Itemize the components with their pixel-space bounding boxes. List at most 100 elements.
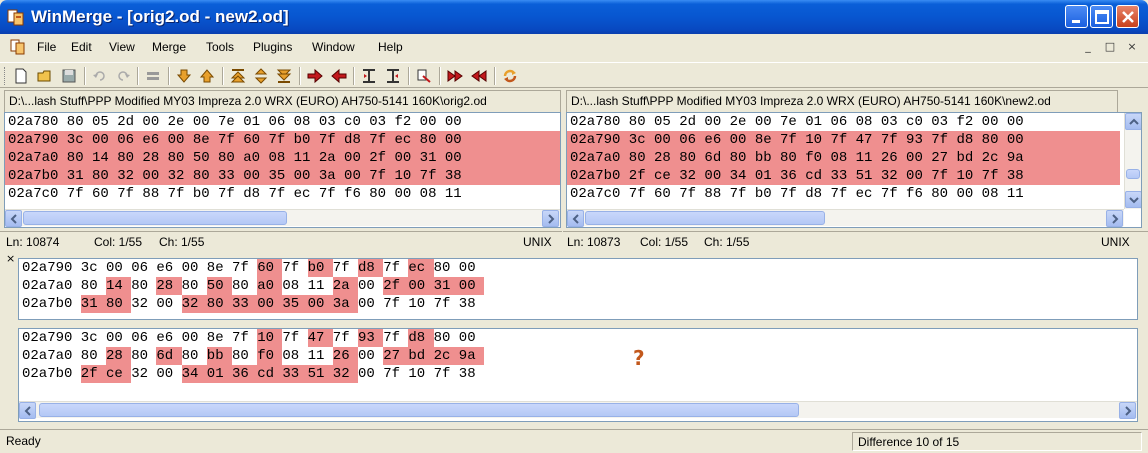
menu-merge[interactable]: Merge [152,40,186,54]
redo-icon[interactable] [114,67,132,85]
detail-byte: 06 [131,330,148,346]
refresh-icon[interactable] [501,67,519,85]
detail-close-button[interactable]: × [6,252,15,265]
compare-icon[interactable] [415,67,433,85]
detail-address: 02a7b0 [22,366,73,382]
detail-byte: 3a [332,295,358,313]
all-left-icon[interactable] [470,67,488,85]
detail-byte: 80 [181,278,199,294]
left-pane-status: Ln: 10874 Col: 1/55 Ch: 1/55 UNIX [0,231,562,251]
detail-byte: 80 [433,260,451,276]
first-diff-icon[interactable] [229,67,247,85]
detail-byte: 7f [282,260,300,276]
title-bar[interactable]: WinMerge - [orig2.od - new2.od] [0,0,1148,34]
new-icon[interactable] [12,67,30,85]
detail-byte: 32 [332,365,358,383]
options-icon[interactable] [144,67,162,85]
toolbar-separator [408,67,410,85]
right-scroll-thumb[interactable] [585,211,825,225]
detail-byte: ec [408,259,434,277]
right-line-number: Ln: 10873 [567,235,621,249]
mdi-restore-button[interactable]: □ [1102,40,1118,54]
detail-byte: cd [257,365,283,383]
left-scroll-thumb[interactable] [23,211,287,225]
detail-byte: 36 [232,365,258,383]
scroll-left-button[interactable] [19,402,36,419]
toolbar-separator [299,67,301,85]
all-right-icon[interactable] [446,67,464,85]
scroll-up-button[interactable] [1125,113,1141,130]
last-diff-icon[interactable] [275,67,293,85]
hex-row: 02a7c0 7f 60 7f 88 7f b0 7f d8 7f ec 7f … [8,186,462,202]
minimize-button[interactable] [1065,5,1088,28]
arrow-up-icon [1129,118,1139,125]
hex-row-diff: 02a7a0 80 14 80 28 80 50 80 a0 08 11 2a … [5,149,560,167]
right-column: Col: 1/55 [640,235,689,249]
mdi-close-button[interactable]: × [1124,40,1140,54]
toolbar-separator [137,67,139,85]
detail-byte: 38 [458,366,476,382]
detail-byte: 2c [433,347,459,365]
close-button[interactable] [1116,5,1139,28]
scroll-left-button[interactable] [567,210,584,227]
detail-scroll-thumb[interactable] [39,403,799,417]
right-vscroll-thumb[interactable] [1126,169,1140,179]
diff-detail-left[interactable]: 02a790 3c 00 06 e6 00 8e 7f 60 7f b0 7f d8 7f ec 80 00 02… [18,258,1138,320]
undo-icon[interactable] [91,67,109,85]
menu-help[interactable]: Help [378,40,403,54]
detail-byte: 8e [206,330,224,346]
detail-byte: b0 [307,259,333,277]
detail-byte: e6 [156,260,174,276]
copy-right-icon[interactable] [306,67,324,85]
diff-detail-right[interactable]: ? 02a790 3c 00 06 e6 00 8e 7f 10 7f 47 7f 93 7f d8 80 00… [18,328,1138,422]
detail-byte: 80 [206,295,232,313]
menu-plugins[interactable]: Plugins [253,40,292,54]
detail-byte: 11 [307,348,325,364]
mdi-minimize-button[interactable]: _ [1080,40,1096,54]
scroll-left-button[interactable] [5,210,22,227]
left-file-path: D:\...lash Stuff\PPP Modified MY03 Impre… [4,90,561,112]
save-icon[interactable] [60,67,78,85]
menu-file[interactable]: File [37,40,56,54]
detail-byte: 3c [80,330,98,346]
detail-byte: 80 [181,348,199,364]
hex-row-diff: 02a790 3c 00 06 e6 00 8e 7f 60 7f b0 7f … [5,131,560,149]
scroll-down-button[interactable] [1125,191,1141,208]
menu-tools[interactable]: Tools [206,40,234,54]
scroll-right-button[interactable] [1106,210,1123,227]
detail-horizontal-scrollbar[interactable] [19,401,1137,419]
detail-byte: 00 [458,277,484,295]
prev-diff-icon[interactable] [198,67,216,85]
next-diff-icon[interactable] [175,67,193,85]
detail-byte: bb [206,347,232,365]
right-horizontal-scrollbar[interactable] [567,209,1124,227]
detail-byte: 60 [257,259,283,277]
scroll-right-button[interactable] [542,210,559,227]
detail-byte: 01 [206,365,232,383]
left-hex-pane[interactable]: 02a780 80 05 2d 00 2e 00 7e 01 06 08 03 … [4,112,561,228]
right-vertical-scrollbar[interactable] [1124,113,1141,209]
copy-left-icon[interactable] [330,67,348,85]
open-icon[interactable] [36,67,54,85]
copy-left-advance-icon[interactable] [384,67,402,85]
left-horizontal-scrollbar[interactable] [5,209,560,227]
maximize-button[interactable] [1090,5,1113,28]
copy-right-advance-icon[interactable] [360,67,378,85]
document-icon[interactable] [10,39,26,55]
toolbar-separator [353,67,355,85]
detail-byte: 35 [282,295,308,313]
detail-byte: 08 [282,278,300,294]
current-diff-icon[interactable] [252,67,270,85]
right-hex-pane[interactable]: 02a780 80 05 2d 00 2e 00 7e 01 06 08 03 … [566,112,1142,228]
menu-edit[interactable]: Edit [71,40,92,54]
detail-byte: 00 [257,295,283,313]
detail-byte: 9a [458,347,484,365]
detail-byte: 32 [131,366,148,382]
detail-byte: 00 [181,260,199,276]
menu-view[interactable]: View [109,40,135,54]
menu-window[interactable]: Window [312,40,355,54]
toolbar-separator [222,67,224,85]
scroll-right-button[interactable] [1119,402,1136,419]
toolbar-grip[interactable] [4,67,7,85]
detail-byte: 38 [458,296,476,312]
